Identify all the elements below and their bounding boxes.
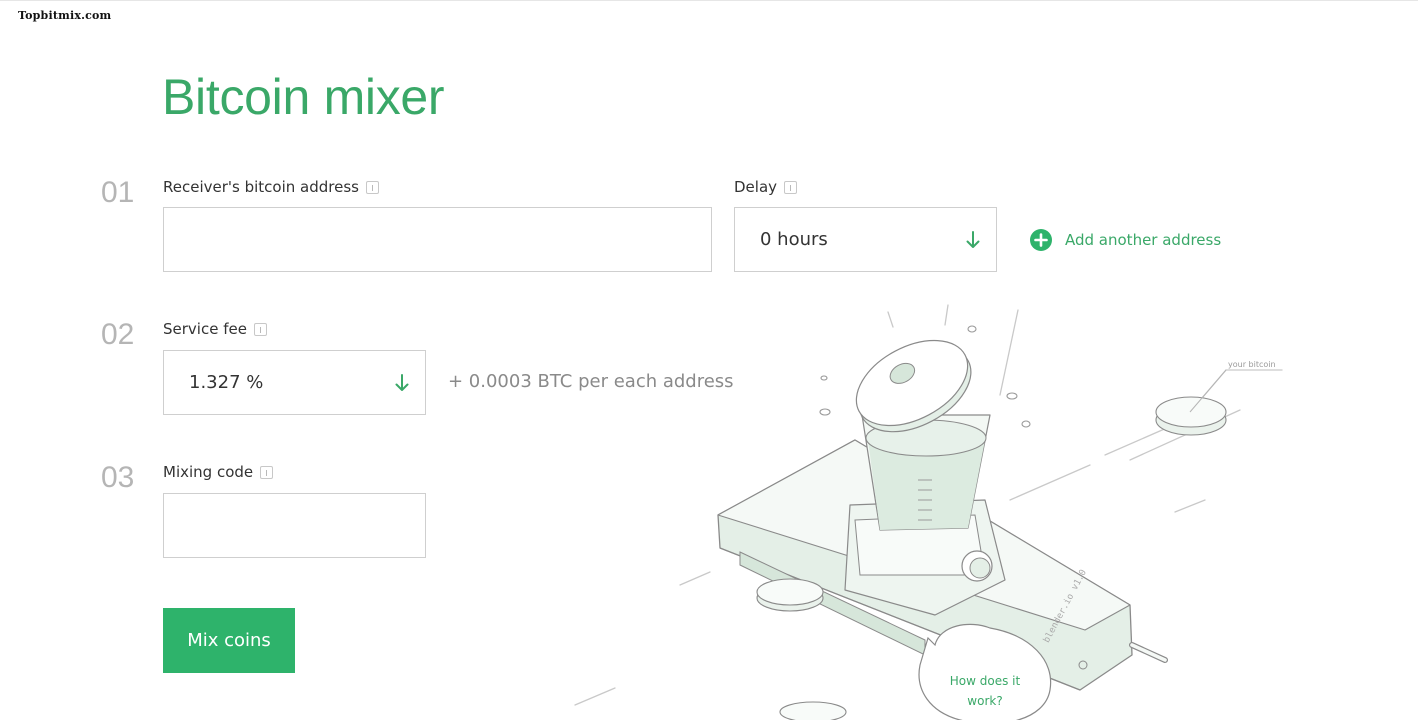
mixing-code-label-text: Mixing code [163, 463, 254, 481]
info-icon[interactable] [784, 180, 798, 194]
info-icon[interactable] [253, 322, 267, 336]
step-number-02: 02 [101, 318, 135, 351]
top-border [0, 0, 1418, 1]
mixing-code-label: Mixing code [163, 463, 274, 481]
info-icon[interactable] [260, 465, 274, 479]
info-icon[interactable] [365, 180, 379, 194]
delay-value: 0 hours [760, 229, 828, 250]
delay-select[interactable]: 0 hours [734, 207, 997, 272]
receiver-address-input[interactable] [163, 207, 712, 272]
watermark: Topbitmix.com [18, 9, 112, 22]
arrow-down-icon [966, 230, 980, 249]
add-another-address-label: Add another address [1065, 231, 1222, 249]
service-fee-value: 1.327 % [189, 372, 264, 393]
receiver-address-label-text: Receiver's bitcoin address [163, 178, 359, 196]
your-bitcoin-caption: your bitcoin [1228, 360, 1276, 369]
mixing-code-input[interactable] [163, 493, 426, 558]
how-does-it-work-line-1: How does it [949, 674, 1021, 688]
add-another-address-link[interactable]: Add another address [1030, 229, 1221, 251]
how-does-it-work-line-2: work? [967, 694, 1003, 708]
page-title: Bitcoin mixer [162, 69, 445, 125]
service-fee-label: Service fee [163, 320, 267, 338]
service-fee-select[interactable]: 1.327 % [163, 350, 426, 415]
receiver-address-label: Receiver's bitcoin address [163, 178, 379, 196]
mix-coins-button[interactable]: Mix coins [163, 608, 295, 673]
delay-label-text: Delay [734, 178, 778, 196]
plus-circle-icon [1030, 229, 1052, 251]
service-fee-label-text: Service fee [163, 320, 247, 338]
step-number-01: 01 [101, 176, 135, 209]
arrow-down-icon [395, 373, 409, 392]
step-number-03: 03 [101, 461, 135, 494]
blender-illustration [560, 300, 1300, 720]
how-does-it-work-link[interactable]: How does it work? [935, 671, 1035, 711]
delay-label: Delay [734, 178, 798, 196]
